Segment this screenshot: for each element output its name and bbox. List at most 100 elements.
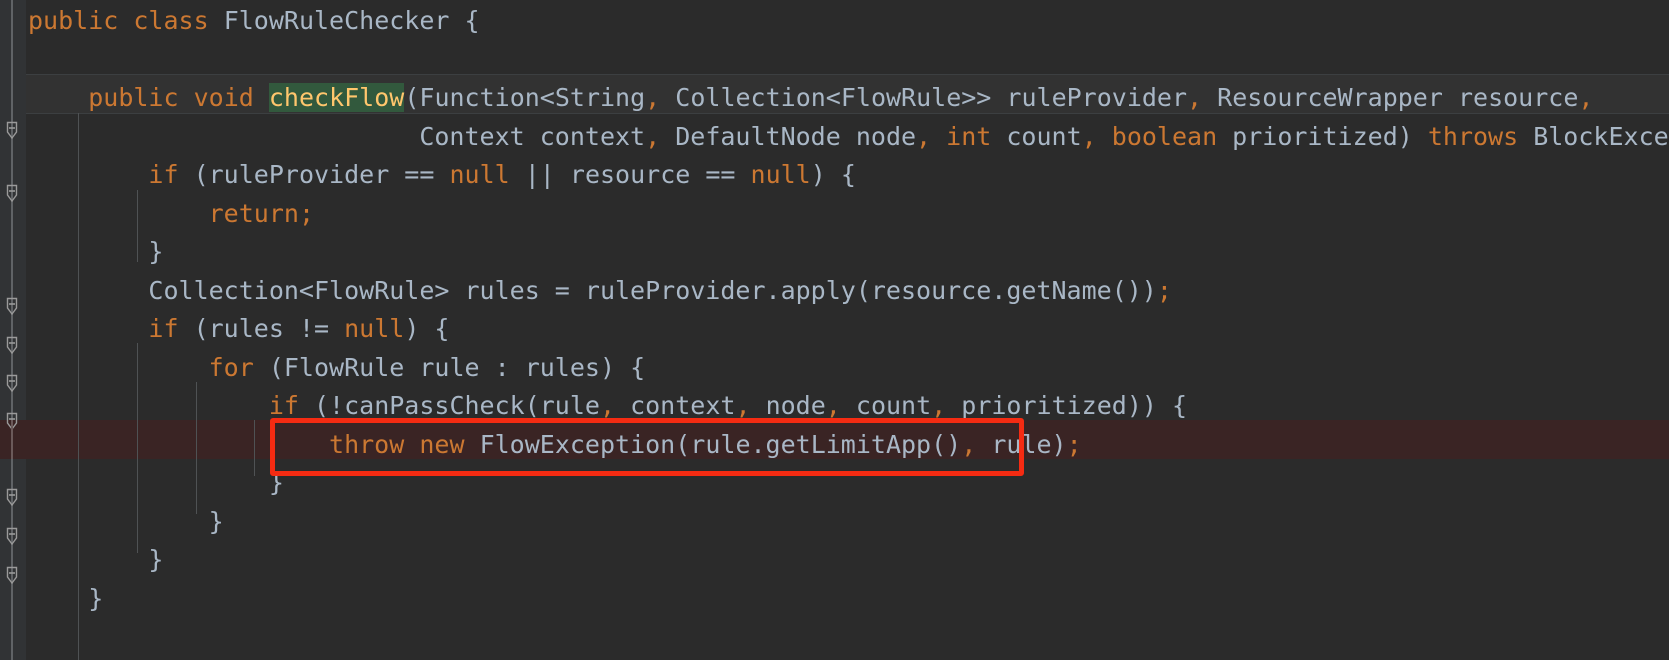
code-token: ResourceWrapper resource <box>1202 83 1579 112</box>
code-token: node <box>750 391 826 420</box>
code-token: throw <box>329 429 405 459</box>
code-token: (Function<String <box>404 83 646 112</box>
code-token: DefaultNode node <box>660 121 917 151</box>
code-token: (rules != <box>178 314 345 343</box>
code-token: int <box>946 121 992 151</box>
code-token: new <box>419 429 465 459</box>
fold-marker-collection-rules[interactable] <box>3 297 21 317</box>
code-token: throws <box>1427 121 1519 151</box>
code-line[interactable]: } <box>28 580 103 619</box>
code-token: , <box>645 83 661 112</box>
code-line[interactable]: throw new FlowException(rule.getLimitApp… <box>28 426 1082 465</box>
code-token: , <box>645 121 661 151</box>
code-line[interactable]: return; <box>28 195 314 234</box>
code-line[interactable]: if (ruleProvider == null || resource == … <box>28 156 856 195</box>
code-token: , <box>916 121 932 151</box>
code-token: public <box>88 83 179 112</box>
code-token: Collection<FlowRule>> ruleProvider <box>660 83 1188 112</box>
code-token: count <box>840 391 932 420</box>
code-line[interactable] <box>28 41 43 80</box>
code-token: boolean <box>1111 121 1218 151</box>
fold-marker-close-for[interactable] <box>3 527 21 547</box>
code-token: return <box>208 198 299 228</box>
code-token: , <box>1187 83 1203 112</box>
code-token: (!canPassCheck(rule <box>298 391 600 420</box>
code-token: ) { <box>404 314 450 343</box>
code-token: public <box>28 6 119 35</box>
code-token: FlowException(rule.getLimitApp() <box>464 429 962 459</box>
code-token: context <box>615 391 736 420</box>
code-token: , <box>931 391 947 420</box>
code-token: if <box>148 314 179 343</box>
code-token: Context context <box>28 121 646 151</box>
code-token: for <box>208 352 254 382</box>
code-token: , <box>961 429 977 459</box>
code-token: } <box>28 468 284 497</box>
code-token: , <box>735 391 751 420</box>
code-token: void <box>193 83 254 112</box>
code-line[interactable]: public void checkFlow(Function<String, C… <box>28 79 1593 118</box>
code-token: ; <box>298 198 314 228</box>
code-line[interactable]: } <box>28 233 163 272</box>
code-token: ) { <box>810 160 856 189</box>
code-token: null <box>449 160 510 189</box>
gutter-vertical-line-over-error <box>11 420 13 459</box>
code-line[interactable]: } <box>28 503 224 542</box>
code-token: } <box>28 506 224 536</box>
code-token: } <box>28 545 164 574</box>
code-line[interactable]: Context context, DefaultNode node, int c… <box>28 118 1669 157</box>
code-line[interactable]: if (!canPassCheck(rule, context, node, c… <box>28 387 1187 426</box>
folding-gutter[interactable] <box>0 0 26 660</box>
code-line[interactable]: public class FlowRuleChecker { <box>28 2 480 41</box>
code-token: if <box>148 160 179 189</box>
code-token: ; <box>1156 275 1172 305</box>
code-line[interactable]: if (rules != null) { <box>28 310 449 349</box>
code-line[interactable]: Collection<FlowRule> rules = ruleProvide… <box>28 272 1172 311</box>
fold-marker-close-if[interactable] <box>3 566 21 586</box>
code-token: , <box>599 391 616 420</box>
fold-marker-if-ruleprovider[interactable] <box>3 184 21 204</box>
code-line[interactable]: } <box>28 541 163 580</box>
code-token: rule) <box>976 429 1067 459</box>
code-token: ; <box>1066 429 1082 459</box>
code-token: (FlowRule rule : rules) { <box>253 352 646 382</box>
code-token: (ruleProvider == <box>178 160 450 189</box>
code-token: BlockExcept <box>1533 121 1669 151</box>
code-token: FlowRuleChecker { <box>208 6 480 35</box>
code-editor[interactable]: public class FlowRuleChecker { public vo… <box>0 0 1669 660</box>
current-line-top-border <box>0 74 1669 75</box>
code-line[interactable]: } <box>28 464 284 503</box>
code-line[interactable]: for (FlowRule rule : rules) { <box>28 349 646 388</box>
code-token: prioritized)) { <box>946 391 1188 420</box>
code-token: , <box>825 391 841 420</box>
fold-marker-method-signature[interactable] <box>3 121 21 141</box>
code-token: || resource == <box>509 160 751 189</box>
code-token: null <box>750 160 811 189</box>
code-token: } <box>28 237 164 266</box>
fold-marker-close-inner[interactable] <box>3 488 21 508</box>
code-token: prioritized) <box>1217 121 1428 151</box>
fold-marker-for-loop[interactable] <box>3 374 21 394</box>
code-token: , <box>1081 121 1097 151</box>
code-token: class <box>133 6 209 35</box>
code-token: count <box>991 121 1082 151</box>
code-token: null <box>344 314 405 343</box>
code-token: Collection<FlowRule> rules = ruleProvide… <box>28 275 1157 305</box>
code-token: checkFlow <box>268 83 405 112</box>
code-token: } <box>28 583 104 613</box>
fold-marker-if-rules[interactable] <box>3 336 21 356</box>
gutter-vertical-line <box>11 0 13 660</box>
